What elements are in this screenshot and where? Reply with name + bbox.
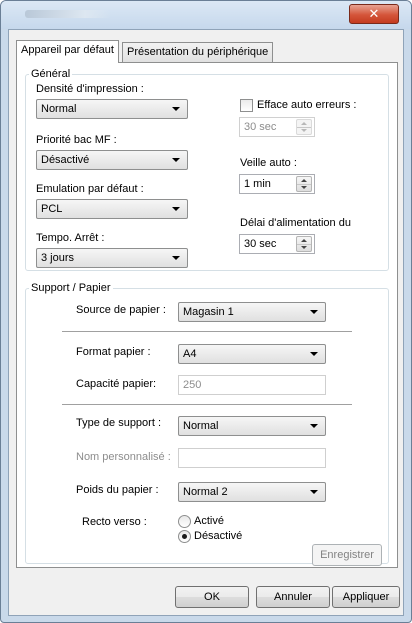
chevron-down-icon xyxy=(172,107,180,111)
paper-size-select[interactable]: A4 xyxy=(178,344,326,364)
paper-weight-value: Normal 2 xyxy=(183,486,228,498)
custom-name-field[interactable] xyxy=(178,448,326,468)
chevron-down-icon xyxy=(172,158,180,162)
auto-error-clear-label: Efface auto erreurs : xyxy=(257,99,357,111)
tab-panel: Général Densité d'impression : Normal Pr… xyxy=(16,62,398,568)
auto-sleep-label: Veille auto : xyxy=(240,157,297,169)
default-emulation-select[interactable]: PCL xyxy=(36,199,188,219)
print-density-value: Normal xyxy=(41,103,77,115)
media-group-title: Support / Papier xyxy=(29,282,113,294)
feed-delay-spinner[interactable]: 30 sec xyxy=(239,234,315,254)
paper-source-value: Magasin 1 xyxy=(183,306,234,318)
close-button[interactable]: ✕ xyxy=(349,4,399,24)
media-type-select[interactable]: Normal xyxy=(178,416,326,436)
cancel-button[interactable]: Annuler xyxy=(256,586,330,608)
chevron-down-icon xyxy=(172,256,180,260)
duplex-off-label: Désactivé xyxy=(194,530,243,542)
print-density-label: Densité d'impression : xyxy=(36,83,144,95)
ok-button-label: OK xyxy=(204,591,220,603)
chevron-down-icon xyxy=(301,186,307,189)
timer-off-label: Tempo. Arrêt : xyxy=(36,232,105,244)
ok-button[interactable]: OK xyxy=(175,586,249,608)
close-icon: ✕ xyxy=(368,6,380,21)
chevron-down-icon xyxy=(310,310,318,314)
title-bar: ✕ xyxy=(1,1,411,29)
paper-weight-label: Poids du papier : xyxy=(76,484,159,496)
timer-off-select[interactable]: 3 jours xyxy=(36,248,188,268)
window-title-blurred xyxy=(25,10,111,18)
paper-source-label: Source de papier : xyxy=(76,304,166,316)
default-emulation-value: PCL xyxy=(41,203,63,215)
tab-device-presentation[interactable]: Présentation du périphérique xyxy=(122,42,274,62)
auto-error-clear-spinner[interactable]: 30 sec xyxy=(239,117,315,137)
paper-size-label: Format papier : xyxy=(76,346,151,358)
media-type-value: Normal xyxy=(183,420,219,432)
feed-delay-value: 30 sec xyxy=(244,238,277,250)
chevron-down-icon xyxy=(301,246,307,249)
dialog-client-area: Appareil par défaut Présentation du péri… xyxy=(8,29,404,616)
tab-label: Appareil par défaut xyxy=(21,44,114,56)
separator xyxy=(62,331,352,332)
chevron-down-icon xyxy=(172,207,180,211)
paper-weight-select[interactable]: Normal 2 xyxy=(178,482,326,502)
paper-capacity-field[interactable]: 250 xyxy=(178,375,326,395)
duplex-on-radio[interactable] xyxy=(178,515,191,528)
auto-error-clear-checkbox[interactable] xyxy=(240,99,253,112)
paper-size-value: A4 xyxy=(183,348,197,360)
print-density-select[interactable]: Normal xyxy=(36,99,188,119)
spinner-buttons[interactable] xyxy=(296,236,312,252)
dialog-window: ✕ Appareil par défaut Présentation du pé… xyxy=(0,0,412,623)
tab-default-device[interactable]: Appareil par défaut xyxy=(16,40,119,63)
paper-capacity-label: Capacité papier: xyxy=(76,378,157,390)
custom-name-label: Nom personnalisé : xyxy=(76,451,171,463)
chevron-down-icon xyxy=(310,424,318,428)
auto-error-clear-value: 30 sec xyxy=(244,121,277,133)
media-type-label: Type de support : xyxy=(76,417,161,429)
spinner-buttons[interactable] xyxy=(296,176,312,192)
general-group: Général Densité d'impression : Normal Pr… xyxy=(25,68,389,271)
paper-capacity-value: 250 xyxy=(183,379,202,391)
general-group-title: Général xyxy=(29,68,73,80)
apply-button-label: Appliquer xyxy=(342,591,390,603)
cancel-button-label: Annuler xyxy=(274,591,312,603)
separator xyxy=(62,404,352,405)
duplex-on-label: Activé xyxy=(194,515,224,527)
paper-source-select[interactable]: Magasin 1 xyxy=(178,302,326,322)
mp-tray-priority-value: Désactivé xyxy=(41,154,90,166)
save-button-label: Enregistrer xyxy=(320,549,374,561)
tab-label: Présentation du périphérique xyxy=(127,46,269,58)
spinner-buttons[interactable] xyxy=(296,119,312,135)
auto-sleep-spinner[interactable]: 1 min xyxy=(239,174,315,194)
duplex-label: Recto verso : xyxy=(82,516,147,528)
timer-off-value: 3 jours xyxy=(41,252,75,264)
feed-delay-label: Délai d'alimentation du xyxy=(240,217,351,229)
chevron-up-icon xyxy=(301,179,307,182)
duplex-off-radio[interactable] xyxy=(178,530,191,543)
chevron-up-icon xyxy=(301,239,307,242)
default-emulation-label: Emulation par défaut : xyxy=(36,183,144,195)
chevron-up-icon xyxy=(301,122,307,125)
media-group: Support / Papier Source de papier : Maga… xyxy=(25,282,389,566)
chevron-down-icon xyxy=(301,129,307,132)
mp-tray-priority-label: Priorité bac MF : xyxy=(36,134,117,146)
auto-sleep-value: 1 min xyxy=(244,178,271,190)
chevron-down-icon xyxy=(310,352,318,356)
apply-button[interactable]: Appliquer xyxy=(332,586,400,608)
mp-tray-priority-select[interactable]: Désactivé xyxy=(36,150,188,170)
chevron-down-icon xyxy=(310,490,318,494)
save-button[interactable]: Enregistrer xyxy=(312,544,382,566)
